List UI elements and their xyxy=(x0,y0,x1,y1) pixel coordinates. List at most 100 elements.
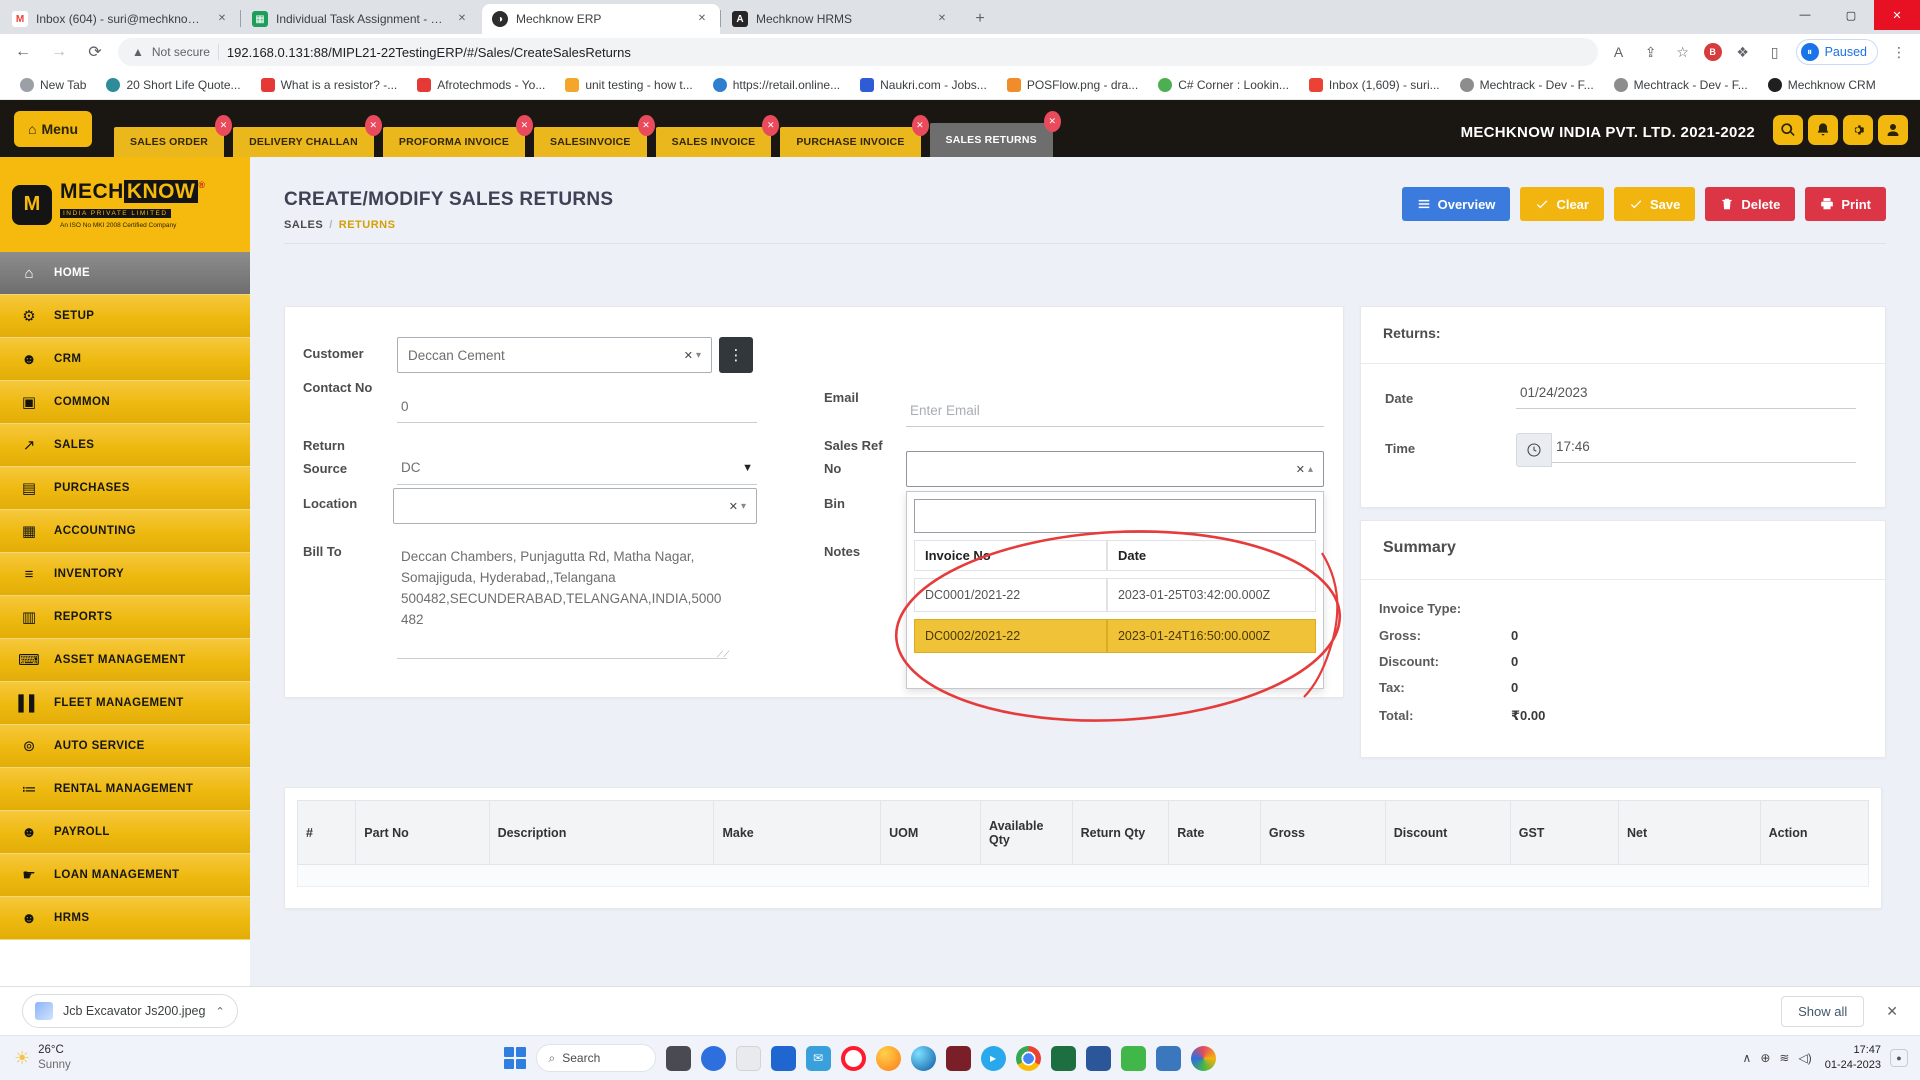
header-settings-button[interactable] xyxy=(1843,115,1873,145)
sidebar-item-purchases[interactable]: ▤PURCHASES xyxy=(0,467,250,510)
tab-close-icon[interactable]: ✕ xyxy=(215,115,232,136)
invoice-option-row[interactable]: DC0001/2021-22 2023-01-25T03:42:00.000Z xyxy=(914,578,1316,612)
sidebar-item-payroll[interactable]: ☻PAYROLL xyxy=(0,811,250,854)
taskbar-app-icon[interactable] xyxy=(1086,1046,1111,1071)
sidebar-item-reports[interactable]: ▥REPORTS xyxy=(0,596,250,639)
erp-tab-purchase-invoice[interactable]: PURCHASE INVOICE✕ xyxy=(780,127,920,157)
return-source-select[interactable]: DC▼ xyxy=(397,451,757,485)
sidebar-item-fleet-management[interactable]: ▌▌FLEET MANAGEMENT xyxy=(0,682,250,725)
erp-tab-sales-invoice[interactable]: SALES INVOICE✕ xyxy=(656,127,772,157)
clear-selection-icon[interactable]: ✕ xyxy=(684,349,693,362)
taskbar-opera-icon[interactable] xyxy=(841,1046,866,1071)
sidebar-item-hrms[interactable]: ☻HRMS xyxy=(0,897,250,940)
resize-handle-icon[interactable]: ⟋⟋ xyxy=(717,649,730,660)
tab-close-icon[interactable]: ✕ xyxy=(762,115,779,136)
tab-close-icon[interactable]: ✕ xyxy=(365,115,382,136)
email-input[interactable] xyxy=(906,403,1324,427)
print-button[interactable]: Print xyxy=(1805,187,1886,221)
tab-close-icon[interactable]: ✕ xyxy=(638,115,655,136)
erp-tab-sales-returns-active[interactable]: SALES RETURNS✕ xyxy=(930,123,1053,157)
notification-bell-icon[interactable]: ● xyxy=(1890,1049,1908,1067)
sidebar-item-home[interactable]: ⌂HOME xyxy=(0,252,250,295)
side-panel-icon[interactable]: ▯ xyxy=(1764,44,1786,61)
taskbar-app-icon[interactable] xyxy=(736,1046,761,1071)
url-omnibox[interactable]: ▲ Not secure 192.168.0.131:88/MIPL21-22T… xyxy=(118,38,1598,66)
sidebar-item-crm[interactable]: ☻CRM xyxy=(0,338,250,381)
bookmark-item[interactable]: Inbox (1,609) - suri... xyxy=(1301,75,1448,95)
clear-selection-icon[interactable]: ✕ xyxy=(729,500,738,513)
back-icon[interactable]: ← xyxy=(10,43,36,61)
taskbar-app-icon[interactable] xyxy=(1121,1046,1146,1071)
bookmark-item[interactable]: Mechknow CRM xyxy=(1760,75,1884,95)
clear-button[interactable]: Clear xyxy=(1520,187,1604,221)
dropdown-search-input[interactable] xyxy=(914,499,1316,533)
bookmark-item[interactable]: https://retail.online... xyxy=(705,75,848,95)
sidebar-item-inventory[interactable]: ≡INVENTORY xyxy=(0,553,250,596)
location-select[interactable]: ✕▾ xyxy=(393,488,757,524)
close-downloads-bar-icon[interactable]: ✕ xyxy=(1886,1003,1898,1020)
taskbar-app-icon[interactable] xyxy=(771,1046,796,1071)
taskbar-excel-icon[interactable] xyxy=(1051,1046,1076,1071)
tab-close-icon[interactable]: ✕ xyxy=(454,11,470,27)
taskbar-weather-widget[interactable]: ☀ 26°CSunny xyxy=(0,1043,240,1073)
erp-tab-delivery-challan[interactable]: DELIVERY CHALLAN✕ xyxy=(233,127,374,157)
tab-close-icon[interactable]: ✕ xyxy=(694,11,710,27)
sidebar-item-accounting[interactable]: ▦ACCOUNTING xyxy=(0,510,250,553)
taskbar-mail-icon[interactable]: ✉ xyxy=(806,1046,831,1071)
reload-icon[interactable]: ⟳ xyxy=(82,42,108,62)
tab-close-icon[interactable]: ✕ xyxy=(912,115,929,136)
customer-more-button[interactable]: ⋮ xyxy=(719,337,753,373)
wifi-icon[interactable]: ≋ xyxy=(1779,1051,1789,1065)
tab-close-icon[interactable]: ✕ xyxy=(1044,111,1061,132)
bill-to-textarea[interactable]: Deccan Chambers, Punjagutta Rd, Matha Na… xyxy=(397,547,727,659)
sidebar-item-setup[interactable]: ⚙SETUP xyxy=(0,295,250,338)
invoice-option-row-highlighted[interactable]: DC0002/2021-22 2023-01-24T16:50:00.000Z xyxy=(914,619,1316,653)
taskbar-app-icon[interactable] xyxy=(701,1046,726,1071)
bookmark-item[interactable]: unit testing - how t... xyxy=(557,75,700,95)
clear-selection-icon[interactable]: ✕ xyxy=(1296,463,1305,476)
bookmark-item[interactable]: What is a resistor? -... xyxy=(253,75,406,95)
header-profile-button[interactable] xyxy=(1878,115,1908,145)
erp-tab-sales-order[interactable]: SALES ORDER✕ xyxy=(114,127,224,157)
new-tab-button[interactable]: + xyxy=(966,5,994,33)
browser-tab[interactable]: A Mechknow HRMS ✕ xyxy=(722,4,960,34)
sidebar-item-common[interactable]: ▣COMMON xyxy=(0,381,250,424)
network-icon[interactable]: ⊕ xyxy=(1760,1051,1770,1065)
adblock-extension-icon[interactable]: B xyxy=(1704,43,1722,61)
header-notifications-button[interactable] xyxy=(1808,115,1838,145)
sidebar-item-loan-management[interactable]: ☛LOAN MANAGEMENT xyxy=(0,854,250,897)
show-all-downloads-button[interactable]: Show all xyxy=(1781,996,1864,1027)
chevron-up-icon[interactable]: ⌃ xyxy=(215,1005,224,1018)
taskbar-app-icon[interactable] xyxy=(1191,1046,1216,1071)
bookmark-item[interactable]: Mechtrack - Dev - F... xyxy=(1606,75,1756,95)
sidebar-item-auto-service[interactable]: ⊚AUTO SERVICE xyxy=(0,725,250,768)
bookmark-item[interactable]: POSFlow.png - dra... xyxy=(999,75,1146,95)
window-maximize-button[interactable]: ▢ xyxy=(1828,0,1874,30)
header-search-button[interactable] xyxy=(1773,115,1803,145)
extensions-puzzle-icon[interactable]: ❖ xyxy=(1732,44,1754,61)
browser-tab-active[interactable]: ◑ Mechknow ERP ✕ xyxy=(482,4,720,34)
tab-close-icon[interactable]: ✕ xyxy=(516,115,533,136)
bookmark-item[interactable]: Mechtrack - Dev - F... xyxy=(1452,75,1602,95)
taskbar-chrome-icon[interactable] xyxy=(1016,1046,1041,1071)
sales-ref-no-select-open[interactable]: ✕▴ xyxy=(906,451,1324,487)
erp-tab-proforma-invoice[interactable]: PROFORMA INVOICE✕ xyxy=(383,127,525,157)
delete-button[interactable]: Delete xyxy=(1705,187,1795,221)
taskbar-app-icon[interactable] xyxy=(666,1046,691,1071)
browser-tab[interactable]: M Inbox (604) - suri@mechknowsof ✕ xyxy=(2,4,240,34)
tray-chevron-up-icon[interactable]: ∧ xyxy=(1743,1051,1752,1065)
taskbar-clock[interactable]: 17:47 01-24-2023 xyxy=(1825,1043,1881,1073)
start-button[interactable] xyxy=(504,1047,526,1069)
return-time-input[interactable] xyxy=(1552,439,1856,463)
overview-button[interactable]: Overview xyxy=(1402,187,1511,221)
taskbar-edge-icon[interactable] xyxy=(911,1046,936,1071)
bookmark-star-icon[interactable]: ☆ xyxy=(1672,44,1694,61)
erp-tab-salesinvoice[interactable]: SALESINVOICE✕ xyxy=(534,127,647,157)
share-icon[interactable]: ⇪ xyxy=(1640,44,1662,61)
sidebar-item-asset-management[interactable]: ⌨ASSET MANAGEMENT xyxy=(0,639,250,682)
taskbar-search-box[interactable]: ⌕ Search xyxy=(536,1044,656,1072)
browser-menu-icon[interactable]: ⋮ xyxy=(1888,44,1910,61)
customer-select[interactable]: Deccan Cement✕▾ xyxy=(397,337,712,373)
taskbar-firefox-icon[interactable] xyxy=(876,1046,901,1071)
forward-icon[interactable]: → xyxy=(46,43,72,61)
